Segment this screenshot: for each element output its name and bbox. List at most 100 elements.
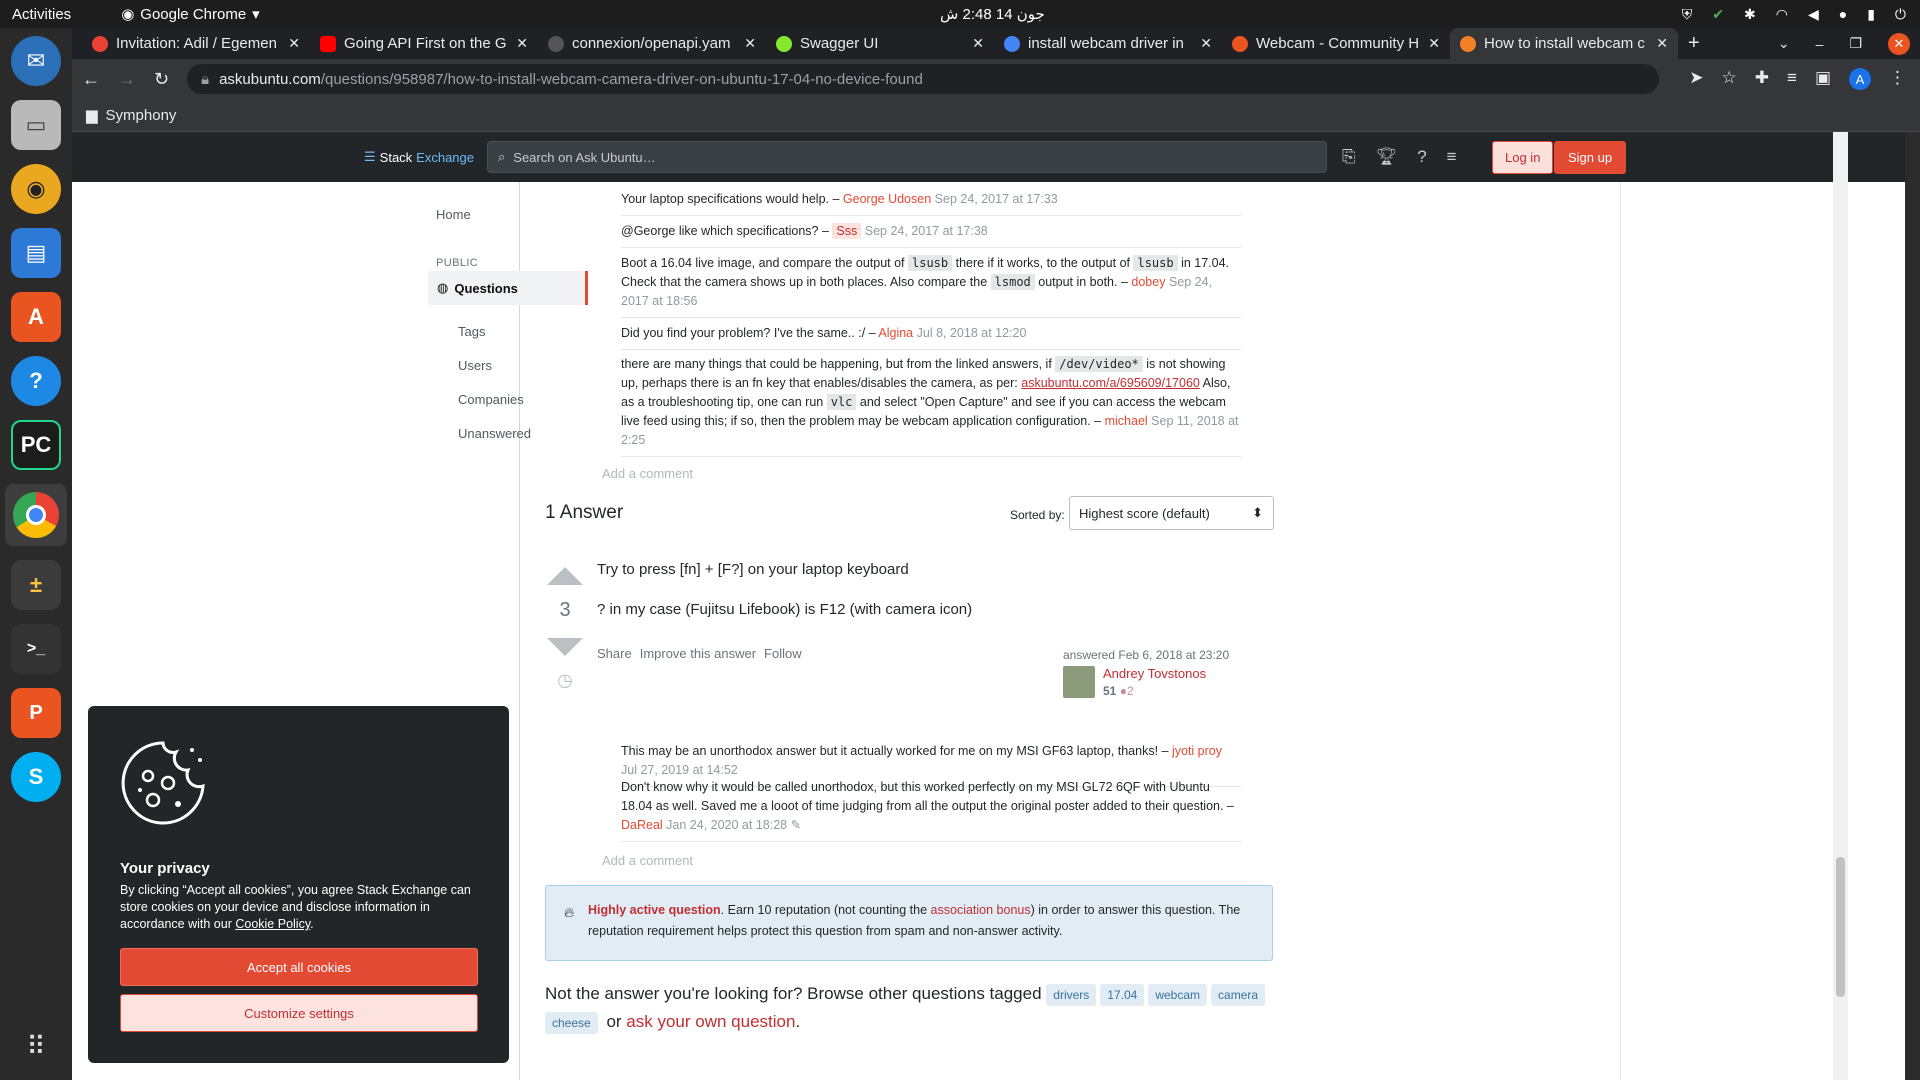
comment-date[interactable]: Sep 24, 2017 at 17:33 bbox=[935, 192, 1058, 206]
tag-link[interactable]: cheese bbox=[545, 1011, 598, 1034]
help-icon[interactable]: ? bbox=[1417, 147, 1426, 167]
comment-user[interactable]: Algina bbox=[878, 326, 913, 340]
login-button[interactable]: Log in bbox=[1492, 140, 1554, 174]
tag-link[interactable]: 17.04 bbox=[1100, 983, 1145, 1006]
close-tab-icon[interactable]: ✕ bbox=[744, 35, 756, 52]
tab-search-icon[interactable]: ⌄ bbox=[1778, 35, 1790, 52]
close-tab-icon[interactable]: ✕ bbox=[1656, 35, 1668, 52]
search-input[interactable]: ⌕ Search on Ask Ubuntu… bbox=[487, 141, 1327, 173]
close-tab-icon[interactable]: ✕ bbox=[1428, 35, 1440, 52]
chrome-dock-icon[interactable] bbox=[5, 484, 67, 546]
forward-icon[interactable]: → bbox=[118, 69, 136, 90]
comment-user[interactable]: michael bbox=[1105, 414, 1148, 428]
media-icon[interactable]: ≡ bbox=[1787, 68, 1797, 90]
close-tab-icon[interactable]: ✕ bbox=[1200, 35, 1212, 52]
check-icon[interactable]: ✔ bbox=[1712, 6, 1724, 23]
close-tab-icon[interactable]: ✕ bbox=[516, 35, 528, 52]
site-switcher-icon[interactable]: ≡ bbox=[1447, 147, 1457, 167]
achievements-icon[interactable]: 🏆︎ bbox=[1376, 147, 1398, 167]
comment-user[interactable]: jyoti proy bbox=[1172, 744, 1222, 758]
comment-user[interactable]: Sss bbox=[832, 223, 862, 239]
extensions-icon[interactable]: ✚ bbox=[1755, 68, 1769, 90]
calculator-icon[interactable]: ± bbox=[11, 560, 61, 610]
settings-icon[interactable]: ✱ bbox=[1744, 6, 1756, 23]
comment-user[interactable]: George Udosen bbox=[843, 192, 931, 206]
new-tab-button[interactable]: + bbox=[1688, 28, 1700, 59]
writer-icon[interactable]: ▤ bbox=[11, 228, 61, 278]
browser-tab[interactable]: Going API First on the G ✕ bbox=[310, 28, 538, 59]
answered-date[interactable]: answered Feb 6, 2018 at 23:20 bbox=[1063, 648, 1229, 662]
send-icon[interactable]: ➤ bbox=[1689, 68, 1703, 90]
help-icon[interactable]: ? bbox=[11, 356, 61, 406]
upvote-icon[interactable] bbox=[547, 567, 583, 585]
back-icon[interactable]: ← bbox=[82, 69, 100, 90]
software-icon[interactable]: A bbox=[11, 292, 61, 342]
cookie-policy-link[interactable]: Cookie Policy bbox=[235, 917, 310, 931]
thunderbird-icon[interactable]: ✉ bbox=[11, 36, 61, 86]
rhythmbox-icon[interactable]: ◉ bbox=[11, 164, 61, 214]
customize-settings-button[interactable]: Customize settings bbox=[120, 994, 478, 1032]
show-apps-icon[interactable]: ⠿ bbox=[26, 1031, 45, 1062]
shield-icon[interactable]: ⛨ bbox=[1682, 6, 1693, 23]
system-tray[interactable]: ⛨ ✔ ✱ ◠ ◀ ● ▮ ⏻ bbox=[1682, 6, 1906, 23]
association-bonus-link[interactable]: association bonus bbox=[931, 903, 1031, 917]
owner-name[interactable]: Andrey Tovstonos bbox=[1103, 666, 1206, 681]
browser-tab-active[interactable]: How to install webcam c ✕ bbox=[1450, 28, 1678, 59]
close-tab-icon[interactable]: ✕ bbox=[972, 35, 984, 52]
clock[interactable]: جون 14 2:48 ش bbox=[940, 5, 1045, 23]
address-bar[interactable]: 🔒︎ askubuntu.com/questions/958987/how-to… bbox=[187, 64, 1660, 94]
minimize-icon[interactable]: – bbox=[1816, 36, 1824, 52]
avatar[interactable] bbox=[1063, 666, 1095, 698]
mic-icon[interactable]: ● bbox=[1839, 6, 1847, 22]
comment-user[interactable]: DaReal bbox=[621, 818, 663, 832]
maximize-icon[interactable]: ❐ bbox=[1849, 35, 1862, 52]
reload-icon[interactable]: ↻ bbox=[154, 69, 169, 90]
page-scrollbar[interactable] bbox=[1833, 132, 1848, 1080]
tag-link[interactable]: webcam bbox=[1148, 983, 1208, 1006]
ask-question-link[interactable]: ask your own question bbox=[626, 1012, 795, 1031]
battery-icon[interactable]: ▮ bbox=[1867, 6, 1875, 23]
share-link[interactable]: Share bbox=[597, 646, 632, 661]
inbox-icon[interactable]: ⎘ bbox=[1342, 147, 1356, 167]
comment-date[interactable]: Sep 24, 2017 at 17:38 bbox=[865, 224, 988, 238]
terminal-icon[interactable]: >_ bbox=[11, 624, 61, 674]
improve-link[interactable]: Improve this answer bbox=[640, 646, 756, 661]
scrollbar-thumb[interactable] bbox=[1836, 857, 1845, 997]
close-tab-icon[interactable]: ✕ bbox=[288, 35, 300, 52]
activities-button[interactable]: Activities bbox=[12, 6, 71, 23]
app-menu[interactable]: ◉ Google Chrome ▾ bbox=[121, 5, 260, 24]
stackexchange-logo[interactable]: ☰ Stack Exchange bbox=[364, 149, 474, 165]
nav-unanswered[interactable]: Unanswered bbox=[458, 426, 531, 441]
edit-pencil-icon[interactable]: ✎ bbox=[791, 818, 801, 832]
nav-tags[interactable]: Tags bbox=[458, 324, 485, 339]
add-comment-link[interactable]: Add a comment bbox=[602, 853, 693, 868]
postman-icon[interactable]: P bbox=[11, 688, 61, 738]
files-icon[interactable]: ▭ bbox=[11, 100, 61, 150]
history-icon[interactable]: ◷ bbox=[545, 670, 585, 691]
skype-icon[interactable]: S bbox=[11, 752, 61, 802]
comment-date[interactable]: Jul 27, 2019 at 14:52 bbox=[621, 763, 738, 777]
nav-home[interactable]: Home bbox=[436, 207, 471, 222]
comment-date[interactable]: Jul 8, 2018 at 12:20 bbox=[917, 326, 1027, 340]
wifi-icon[interactable]: ◠ bbox=[1776, 6, 1788, 23]
browser-tab[interactable]: Invitation: Adil / Egemen ✕ bbox=[82, 28, 310, 59]
accept-cookies-button[interactable]: Accept all cookies bbox=[120, 948, 478, 986]
bookmark-star-icon[interactable]: ☆ bbox=[1722, 68, 1737, 90]
browser-tab[interactable]: Webcam - Community H ✕ bbox=[1222, 28, 1450, 59]
browser-tab[interactable]: connexion/openapi.yam ✕ bbox=[538, 28, 766, 59]
comment-user[interactable]: dobey bbox=[1131, 275, 1165, 289]
comment-link[interactable]: askubuntu.com/a/695609/17060 bbox=[1021, 376, 1200, 390]
bookmark-folder[interactable]: Symphony bbox=[106, 107, 177, 124]
menu-icon[interactable]: ⋮ bbox=[1889, 68, 1906, 90]
add-comment-link[interactable]: Add a comment bbox=[602, 466, 693, 481]
nav-users[interactable]: Users bbox=[458, 358, 492, 373]
follow-link[interactable]: Follow bbox=[764, 646, 802, 661]
pycharm-icon[interactable]: PC bbox=[11, 420, 61, 470]
browser-tab[interactable]: install webcam driver in ✕ bbox=[994, 28, 1222, 59]
tag-link[interactable]: drivers bbox=[1046, 983, 1097, 1006]
comment-date[interactable]: Jan 24, 2020 at 18:28 bbox=[666, 818, 787, 832]
sort-select[interactable]: Highest score (default) ⬍ bbox=[1069, 496, 1274, 530]
signup-button[interactable]: Sign up bbox=[1554, 140, 1627, 174]
browser-tab[interactable]: Swagger UI ✕ bbox=[766, 28, 994, 59]
nav-companies[interactable]: Companies bbox=[458, 392, 524, 407]
